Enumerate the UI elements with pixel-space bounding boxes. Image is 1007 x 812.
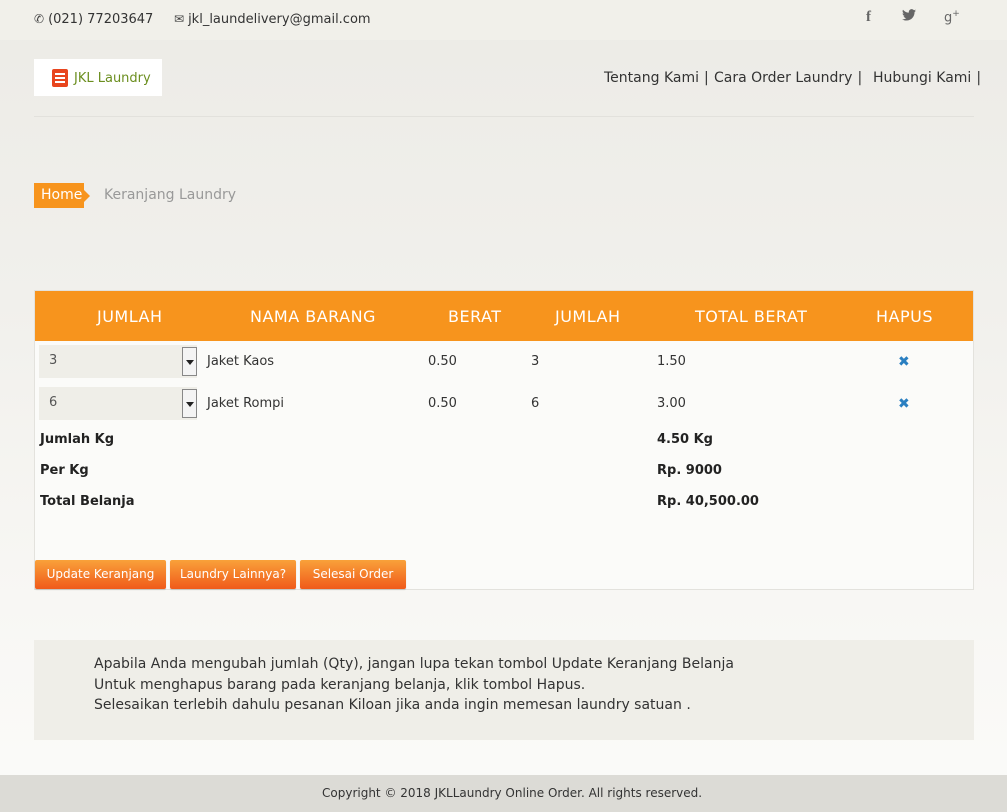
email-contact[interactable]: ✉ jkl_laundelivery@gmail.com xyxy=(174,12,371,27)
delete-icon[interactable]: ✖ xyxy=(898,354,910,370)
footer: Copyright © 2018 JKLLaundry Online Order… xyxy=(0,775,1007,812)
info-line: Selesaikan terlebih dahulu pesanan Kiloa… xyxy=(94,697,691,713)
top-bar: ✆ (021) 77203647 ✉ jkl_laundelivery@gmail.… xyxy=(0,0,1007,40)
item-name: Jaket Kaos xyxy=(207,354,275,369)
item-jumlah: 3 xyxy=(531,354,540,369)
item-total-berat: 3.00 xyxy=(657,396,686,411)
envelope-icon: ✉ xyxy=(174,12,185,26)
copyright-text: Copyright © 2018 JKLLaundry Online Order… xyxy=(322,786,703,800)
summary-label: Per Kg xyxy=(40,463,89,478)
update-cart-button[interactable]: Update Keranjang xyxy=(35,560,166,589)
nav-tentang-kami[interactable]: Tentang Kami | xyxy=(604,70,709,86)
col-total-berat: TOTAL BERAT xyxy=(695,307,808,326)
finish-order-button[interactable]: Selesai Order xyxy=(300,560,406,589)
breadcrumb-current: Keranjang Laundry xyxy=(104,187,237,203)
info-line: Untuk menghapus barang pada keranjang be… xyxy=(94,677,586,693)
qty-select[interactable]: 3 xyxy=(39,345,197,378)
site-logo[interactable]: JKL Laundry xyxy=(34,59,162,96)
col-jumlah: JUMLAH xyxy=(555,307,621,326)
summary-value: Rp. 40,500.00 xyxy=(657,494,759,509)
col-jumlah-input: JUMLAH xyxy=(97,307,163,326)
qty-select[interactable]: 6 xyxy=(39,387,197,420)
nav-cara-order[interactable]: Cara Order Laundry | xyxy=(714,70,862,86)
phone-contact: ✆ (021) 77203647 xyxy=(34,12,153,27)
col-hapus: HAPUS xyxy=(876,307,933,326)
item-berat: 0.50 xyxy=(428,396,457,411)
summary-value: 4.50 Kg xyxy=(657,432,713,447)
item-name: Jaket Rompi xyxy=(207,396,285,411)
chevron-down-icon[interactable] xyxy=(182,389,197,418)
col-nama-barang: NAMA BARANG xyxy=(250,307,376,326)
nav-hubungi-kami[interactable]: Hubungi Kami | xyxy=(873,70,981,86)
info-line: Apabila Anda mengubah jumlah (Qty), jang… xyxy=(94,656,734,672)
summary-value: Rp. 9000 xyxy=(657,463,722,478)
email-address[interactable]: jkl_laundelivery@gmail.com xyxy=(188,12,371,27)
col-berat: BERAT xyxy=(448,307,502,326)
logo-icon xyxy=(52,69,68,87)
twitter-icon[interactable] xyxy=(902,9,916,25)
delete-icon[interactable]: ✖ xyxy=(898,396,910,412)
more-laundry-button[interactable]: Laundry Lainnya? xyxy=(170,560,296,589)
cart-table-header: JUMLAH NAMA BARANG BERAT JUMLAH TOTAL BE… xyxy=(35,291,973,341)
phone-number: (021) 77203647 xyxy=(48,12,154,27)
facebook-icon[interactable]: f xyxy=(866,9,871,26)
google-plus-icon[interactable]: g+ xyxy=(944,9,960,25)
header-divider xyxy=(34,116,974,117)
chevron-down-icon[interactable] xyxy=(182,347,197,376)
cart-panel: JUMLAH NAMA BARANG BERAT JUMLAH TOTAL BE… xyxy=(34,290,974,590)
item-total-berat: 1.50 xyxy=(657,354,686,369)
info-box: Apabila Anda mengubah jumlah (Qty), jang… xyxy=(34,640,974,740)
phone-icon: ✆ xyxy=(34,12,45,26)
breadcrumb-home[interactable]: Home xyxy=(34,183,90,208)
item-berat: 0.50 xyxy=(428,354,457,369)
item-jumlah: 6 xyxy=(531,396,540,411)
summary-label: Jumlah Kg xyxy=(40,432,115,447)
summary-label: Total Belanja xyxy=(40,494,135,509)
logo-text: JKL Laundry xyxy=(74,71,151,86)
